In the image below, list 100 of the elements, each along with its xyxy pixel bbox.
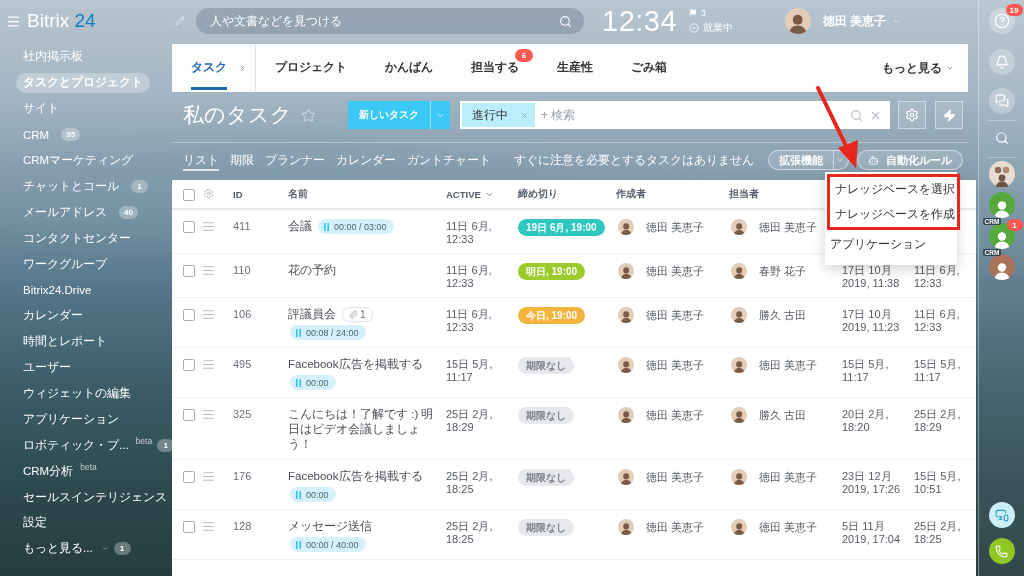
sidebar-item[interactable]: Bitrix24.Drive	[16, 279, 99, 300]
task-id: 495	[233, 357, 253, 372]
timer-badge[interactable]: 00:00 / 40:00	[290, 537, 366, 552]
tab[interactable]: かんばん	[366, 44, 452, 92]
column-header[interactable]: 作成者	[616, 187, 646, 201]
star-icon[interactable]	[301, 107, 316, 123]
sidebar-item[interactable]: カレンダー	[16, 305, 90, 326]
close-icon	[520, 110, 529, 120]
checkbox[interactable]	[183, 189, 195, 201]
sidebar-item[interactable]: 時間とレポート	[16, 331, 114, 352]
flag-count: 3	[701, 7, 707, 18]
menu-item[interactable]: ナレッジベースを選択	[830, 177, 957, 202]
date-text: 15日 5月, 11:17	[446, 357, 494, 384]
sidebar-item[interactable]: ロボティック・プ...	[16, 435, 136, 456]
drag-handle-icon[interactable]	[202, 358, 215, 371]
avatar-icon	[618, 219, 634, 235]
group-avatar-icon[interactable]	[988, 161, 1015, 187]
new-task-menu-button[interactable]	[430, 101, 450, 129]
lightning-button[interactable]	[935, 101, 963, 129]
date-text: 25日 2月, 18:25	[446, 469, 494, 496]
settings-icon[interactable]	[203, 188, 214, 199]
drag-handle-icon[interactable]	[202, 264, 215, 277]
chat-button[interactable]	[988, 88, 1015, 114]
avatar-icon	[731, 519, 747, 535]
pause-icon	[296, 328, 301, 337]
timer-badge[interactable]: 00:08 / 24:00	[290, 325, 366, 340]
avatar-icon	[618, 357, 634, 373]
pencil-icon[interactable]	[175, 16, 185, 26]
column-header[interactable]: 担当者	[729, 187, 759, 201]
attachment-badge[interactable]: 1	[342, 307, 373, 322]
drag-handle-icon[interactable]	[202, 408, 215, 421]
checkbox[interactable]	[183, 359, 195, 371]
user-avatar-icon[interactable]	[988, 223, 1015, 249]
search-input[interactable]: + 検索	[541, 104, 844, 126]
task-name: Facebook広告を掲載する	[288, 469, 423, 484]
counter-badge: 19	[1005, 4, 1023, 16]
checkbox[interactable]	[183, 409, 195, 421]
timer-badge[interactable]: 00:00 / 03:00	[318, 219, 394, 234]
sidebar-item[interactable]: もっと見る...	[16, 538, 100, 559]
avatar-icon	[731, 357, 747, 373]
caret-icon	[946, 64, 954, 72]
deadline-tag: 期限なし	[518, 407, 574, 424]
page-title: 私のタスク	[183, 102, 292, 128]
sidebar-item[interactable]: チャットとコール	[16, 176, 126, 197]
task-name: メッセージ送信	[288, 519, 372, 534]
tab[interactable]: ごみ箱	[612, 44, 686, 92]
sidebar-item[interactable]: セールスインテリジェンス	[16, 487, 174, 508]
sidebar-item[interactable]: ユーザー	[16, 357, 78, 378]
tab[interactable]: タスク	[172, 44, 255, 92]
sidebar-item[interactable]: ウィジェットの編集	[16, 383, 138, 404]
sidebar-item[interactable]: CRM分析	[16, 461, 81, 482]
date-text: 25日 2月, 18:25	[446, 519, 494, 546]
sidebar-item[interactable]: ワークグループ	[16, 254, 114, 275]
column-header[interactable]: 名前	[288, 187, 308, 201]
checkbox[interactable]	[183, 309, 195, 321]
notifications-button[interactable]	[988, 49, 1015, 75]
bell-icon	[994, 55, 1009, 69]
person-name: 徳田 美恵子	[646, 307, 705, 323]
checkbox[interactable]	[183, 221, 195, 233]
drag-handle-icon[interactable]	[202, 308, 215, 321]
drag-handle-icon[interactable]	[202, 470, 215, 483]
filter-field[interactable]: 進行中 + 検索	[460, 101, 890, 129]
date-text: 5日 11月 2019, 17:04	[842, 519, 902, 546]
tab[interactable]: 生産性	[538, 44, 612, 92]
counter-badge: 1	[131, 179, 148, 193]
timer-badge[interactable]: 00:00	[290, 375, 336, 390]
drag-handle-icon[interactable]	[202, 220, 215, 233]
task-name: こんにちは！了解です :) 明日はビデオ会議しましょう！	[288, 407, 435, 452]
sidebar-item[interactable]: アプリケーション	[16, 409, 126, 430]
task-id: 411	[233, 219, 252, 234]
menu-item[interactable]: アプリケーション	[825, 232, 957, 257]
sidebar-item[interactable]: コンタクトセンター	[16, 228, 138, 249]
column-header[interactable]: 締め切り	[518, 187, 558, 201]
timer-badge[interactable]: 00:00	[290, 487, 336, 502]
deadline-tag: 期限なし	[518, 357, 574, 374]
sidebar-item[interactable]: 設定	[16, 512, 54, 533]
call-button[interactable]	[988, 538, 1015, 564]
task-name: 評議員会	[288, 307, 336, 322]
column-header[interactable]: ACTIVE	[446, 188, 494, 200]
date-text: 25日 2月, 18:29	[446, 407, 494, 434]
chevron-icon	[238, 63, 247, 73]
tab[interactable]: プロジェクト	[256, 44, 366, 92]
checkbox[interactable]	[183, 265, 195, 277]
checkbox[interactable]	[183, 471, 195, 483]
drag-handle-icon[interactable]	[202, 520, 215, 533]
settings-button[interactable]	[898, 101, 926, 129]
more-tab[interactable]: もっと見る	[868, 44, 968, 92]
user-avatar-icon[interactable]	[988, 254, 1015, 280]
sidebar-item[interactable]: メールアドレス	[16, 202, 114, 223]
column-header[interactable]: ID	[233, 188, 243, 200]
monitor-phone-button[interactable]	[988, 502, 1015, 528]
menu-icon[interactable]	[6, 13, 21, 29]
help-icon	[993, 13, 1010, 29]
filter-tag[interactable]: 進行中	[462, 103, 535, 127]
deadline-tag: 期限なし	[518, 469, 574, 486]
person-name: 徳田 美恵子	[646, 263, 705, 279]
tab[interactable]: 担当する 6	[452, 44, 538, 92]
menu-item[interactable]: ナレッジベースを作成	[830, 202, 957, 227]
checkbox[interactable]	[183, 521, 195, 533]
avatar-icon	[618, 263, 634, 279]
